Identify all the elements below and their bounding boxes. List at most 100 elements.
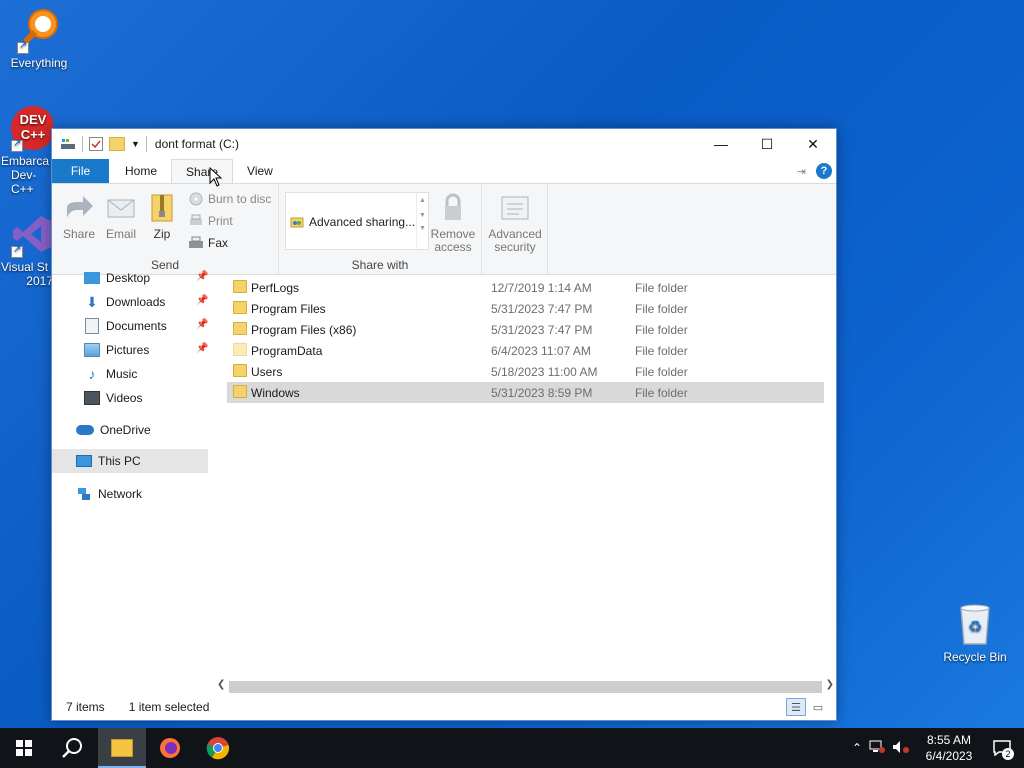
scrollbar-thumb[interactable] — [229, 681, 822, 693]
table-row[interactable]: Program Files 5/31/2023 7:47 PM File fol… — [227, 298, 824, 319]
explorer-content: Desktop 📌 ⬇ Downloads 📌 Documents 📌 Pict… — [52, 271, 836, 694]
print-button[interactable]: Print — [188, 214, 233, 228]
email-button[interactable]: Email — [100, 192, 142, 241]
tab-share[interactable]: Share — [171, 159, 234, 183]
table-row[interactable]: Users 5/18/2023 11:00 AM File folder — [227, 361, 824, 382]
new-folder-icon[interactable] — [109, 137, 125, 151]
start-button[interactable] — [0, 728, 48, 768]
share-with-gallery[interactable]: Advanced sharing... ▲ ▼ ▼ — [285, 192, 429, 250]
nav-item-label: Documents — [106, 319, 167, 333]
nav-item-this-pc[interactable]: This PC — [76, 450, 141, 472]
fax-icon — [188, 236, 204, 250]
network-status-icon[interactable] — [868, 740, 892, 757]
file-date: 5/31/2023 7:47 PM — [491, 322, 593, 337]
shortcut-arrow-icon — [11, 244, 23, 258]
details-view-icon[interactable]: ☰ — [786, 698, 806, 716]
burn-to-disc-button[interactable]: Burn to disc — [188, 192, 271, 206]
gallery-expand-icon[interactable]: ▼ — [417, 225, 428, 232]
table-row[interactable]: Windows 5/31/2023 8:59 PM File folder — [227, 382, 824, 403]
help-icon[interactable]: ? — [816, 163, 832, 179]
zip-button[interactable]: Zip — [141, 192, 183, 241]
advanced-sharing-item[interactable]: Advanced sharing... — [290, 215, 415, 229]
chevron-down-icon[interactable]: ▼ — [417, 212, 428, 219]
nav-item-label: Downloads — [106, 295, 166, 309]
maximize-button[interactable]: ☐ — [744, 129, 790, 159]
table-row[interactable]: PerfLogs 12/7/2019 1:14 AM File folder — [227, 277, 824, 298]
documents-icon — [85, 318, 99, 334]
ribbon-share: Share Email Zip Burn to disc Print Fax S… — [52, 183, 836, 275]
print-label: Print — [208, 214, 233, 228]
nav-item-pictures[interactable]: Pictures — [84, 339, 149, 361]
search-button[interactable] — [48, 728, 96, 768]
desktop-icon-visual-studio[interactable]: Visual St 2017 — [1, 210, 53, 288]
nav-item-music[interactable]: ♪ Music — [84, 363, 138, 385]
close-button[interactable]: ✕ — [790, 129, 836, 159]
table-row[interactable]: ProgramData 6/4/2023 11:07 AM File folde… — [227, 340, 824, 361]
tab-home[interactable]: Home — [111, 159, 171, 183]
nav-item-downloads[interactable]: ⬇ Downloads — [84, 291, 165, 313]
fax-button[interactable]: Fax — [188, 236, 228, 250]
advanced-security-label-2: security — [494, 240, 536, 254]
clock-date: 6/4/2023 — [925, 749, 973, 763]
nav-item-onedrive[interactable]: OneDrive — [76, 419, 151, 441]
fax-label: Fax — [208, 236, 229, 250]
taskbar-firefox[interactable] — [146, 728, 194, 768]
advanced-sharing-icon — [290, 215, 304, 229]
chevron-right-icon[interactable]: ❯ — [826, 679, 834, 690]
pin-icon[interactable]: 📌 — [196, 271, 208, 282]
cloud-icon — [76, 425, 94, 435]
nav-item-documents[interactable]: Documents — [84, 315, 167, 337]
zip-icon — [146, 192, 178, 224]
devcpp-icon: DEV C++ — [9, 104, 53, 152]
horizontal-scrollbar[interactable]: ❮ ❯ — [215, 678, 836, 694]
music-icon: ♪ — [88, 366, 96, 382]
desktop-icon-label: Everything — [10, 56, 68, 70]
file-date: 12/7/2019 1:14 AM — [491, 280, 592, 295]
desktop-icon-label: Visual St — [1, 260, 49, 274]
file-name: PerfLogs — [251, 280, 300, 295]
videos-icon — [84, 391, 100, 405]
pin-icon[interactable]: 📌 — [196, 319, 208, 330]
desktop-icon-devcpp[interactable]: DEV C++ Embarca Dev-C++ — [1, 104, 53, 196]
nav-item-label: Music — [106, 367, 138, 381]
pin-icon[interactable]: 📌 — [196, 295, 208, 306]
taskbar-file-explorer[interactable] — [98, 728, 146, 768]
advanced-security-button[interactable]: Advanced security — [486, 192, 544, 254]
system-tray: ⌃ 8:55 AM 6/4/2023 2 — [846, 728, 1024, 768]
gallery-scroll[interactable]: ▲ ▼ ▼ — [416, 193, 428, 249]
folder-icon — [233, 385, 247, 398]
folder-icon — [233, 364, 247, 377]
large-icons-view-icon[interactable]: ▭ — [808, 698, 828, 716]
desktop-icon-everything[interactable]: Everything — [1, 6, 77, 70]
taskbar-chrome[interactable] — [194, 728, 242, 768]
toolbar-separator — [145, 136, 147, 152]
tab-file[interactable]: File — [52, 159, 109, 183]
notification-center-button[interactable]: 2 — [980, 728, 1024, 768]
taskbar-clock[interactable]: 8:55 AM 6/4/2023 — [918, 732, 980, 764]
properties-icon[interactable] — [89, 137, 103, 151]
selection-count: 1 item selected — [128, 700, 210, 714]
tab-view[interactable]: View — [233, 159, 287, 183]
remove-access-button[interactable]: Remove access — [429, 192, 477, 254]
chevron-up-icon[interactable]: ⌃ — [846, 741, 868, 755]
recycle-bin-icon: ♻ — [951, 600, 999, 648]
table-row[interactable]: Program Files (x86) 5/31/2023 7:47 PM Fi… — [227, 319, 824, 340]
file-name: Windows — [251, 385, 300, 400]
remove-access-label-2: access — [434, 240, 472, 254]
quick-access-toolbar: ▼ — [52, 136, 147, 152]
share-button[interactable]: Share — [58, 192, 100, 241]
nav-item-network[interactable]: Network — [76, 483, 142, 505]
chevron-left-icon[interactable]: ❮ — [217, 679, 225, 690]
svg-text:♻: ♻ — [968, 617, 982, 636]
minimize-button[interactable]: — — [698, 129, 744, 159]
pin-icon[interactable]: 📌 — [196, 343, 208, 354]
volume-muted-icon[interactable] — [892, 740, 918, 757]
chevron-down-icon[interactable]: ▼ — [131, 139, 140, 149]
desktop-icon-recycle-bin[interactable]: ♻ Recycle Bin — [937, 600, 1013, 664]
title-bar[interactable]: ▼ dont format (C:) — ☐ ✕ — [52, 129, 836, 159]
svg-text:C++: C++ — [21, 127, 46, 142]
pin-ribbon-icon[interactable]: ⇥ — [797, 165, 806, 178]
nav-item-desktop[interactable]: Desktop — [84, 267, 150, 289]
nav-item-videos[interactable]: Videos — [84, 387, 142, 409]
chevron-up-icon[interactable]: ▲ — [417, 197, 428, 204]
